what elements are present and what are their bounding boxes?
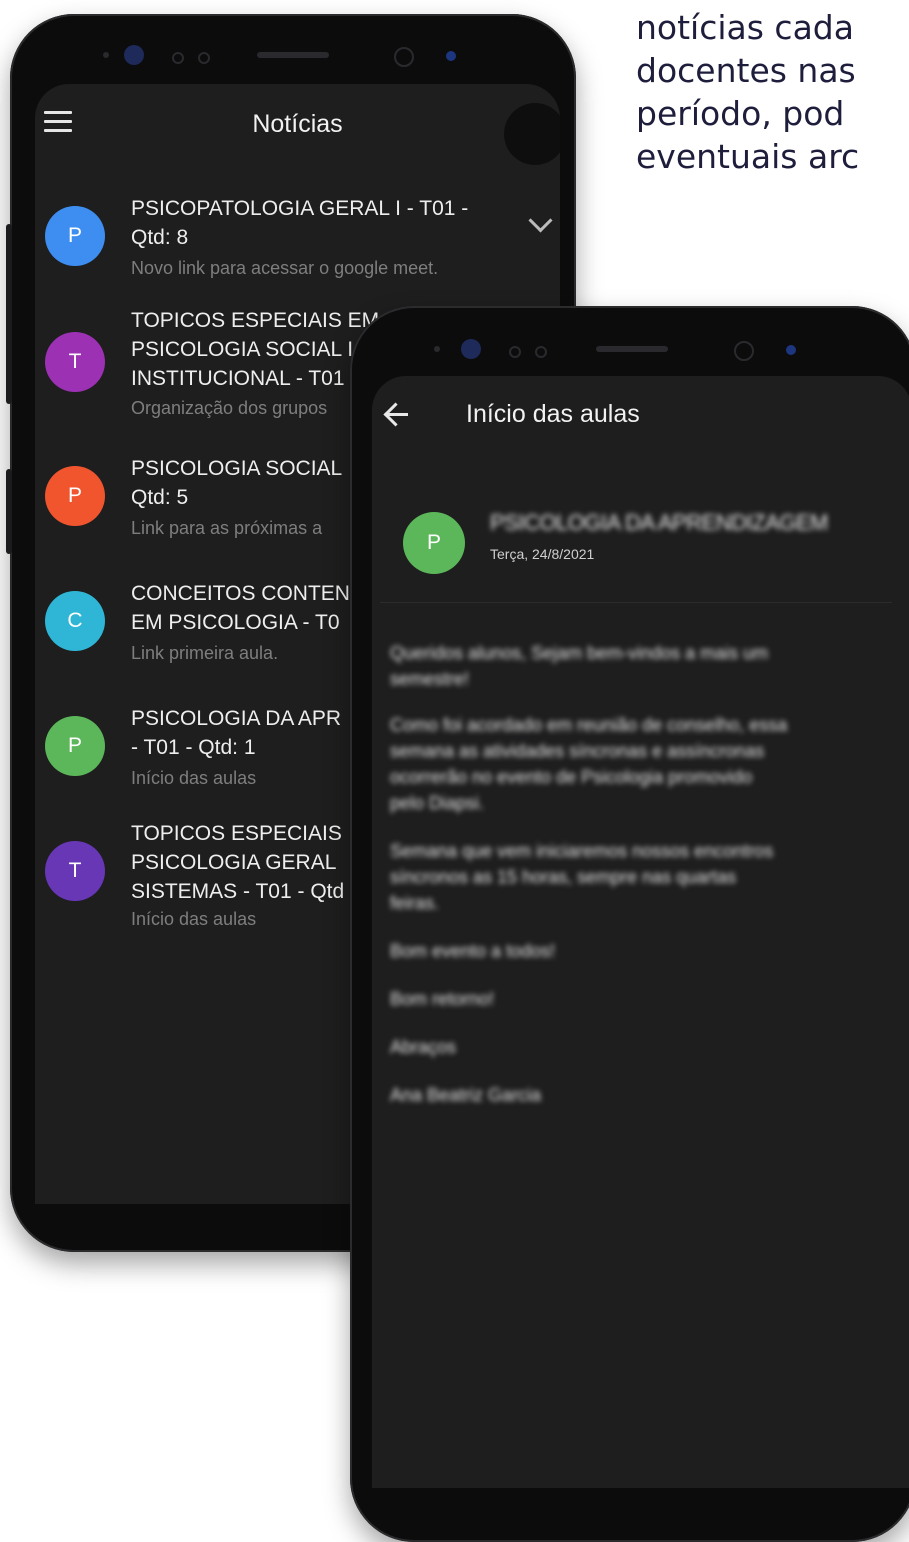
news-item-subtitle: Novo link para acessar o google meet. (131, 258, 439, 278)
news-list-item[interactable]: P PSICOPATOLOGIA GERAL I - T01 - Qtd: 8 … (35, 194, 560, 284)
news-detail-screen: Início das aulas P PSICOLOGIA DA APRENDI… (372, 376, 909, 1488)
sensor-icon (509, 346, 521, 358)
avatar: P (45, 206, 105, 266)
volume-button (6, 224, 12, 404)
sensor-icon (535, 346, 547, 358)
earpiece-speaker (596, 346, 668, 352)
divider (380, 602, 892, 603)
side-description-text: notícias cada docentes nas período, pod … (636, 6, 909, 178)
title-line: Qtd: 8 (131, 226, 189, 249)
sensor-icon (434, 346, 440, 352)
message-line: semestre! (390, 669, 470, 689)
bixby-button (6, 469, 12, 554)
message-paragraph: Semana que vem iniciaremos nossos encont… (390, 838, 880, 916)
app-bar: Notícias (35, 84, 560, 165)
iris-scanner-icon (394, 47, 414, 67)
message-line: Bom retorno! (390, 989, 495, 1009)
message-line: síncronos as 15 horas, sempre nas quarta… (390, 867, 737, 887)
profile-button[interactable] (504, 103, 560, 165)
message-line: Ana Beatriz Garcia (390, 1085, 542, 1105)
message-paragraph: Ana Beatriz Garcia (390, 1082, 880, 1108)
post-date: Terça, 24/8/2021 (490, 546, 595, 562)
back-arrow-icon[interactable] (382, 400, 412, 430)
side-text-line: notícias cada (636, 8, 854, 47)
page-title: Notícias (252, 110, 343, 138)
message-paragraph: Bom retorno! (390, 986, 880, 1012)
avatar: T (45, 332, 105, 392)
sensor-icon (103, 52, 109, 58)
message-line: pelo Diapsi. (390, 793, 485, 813)
avatar: P (45, 466, 105, 526)
message-paragraph: Abraços (390, 1034, 880, 1060)
news-item-title: PSICOPATOLOGIA GERAL I - T01 - Qtd: 8 (131, 194, 511, 252)
phone-news-detail: Início das aulas P PSICOLOGIA DA APRENDI… (350, 306, 909, 1542)
front-camera-icon (124, 45, 144, 65)
message-paragraph: Bom evento a todos! (390, 938, 880, 964)
title-line: PSICOPATOLOGIA GERAL I - T01 - (131, 197, 469, 220)
avatar: P (45, 716, 105, 776)
message-line: Queridos alunos, Sejam bem-vindos a mais… (390, 643, 769, 663)
avatar: C (45, 591, 105, 651)
message-line: Bom evento a todos! (390, 941, 556, 961)
page-title: Início das aulas (466, 400, 640, 428)
message-paragraph: Como foi acordado em reunião de conselho… (390, 712, 880, 816)
message-line: feiras. (390, 893, 440, 913)
avatar: P (403, 512, 465, 574)
iris-scanner-icon (734, 341, 754, 361)
message-line: Semana que vem iniciaremos nossos encont… (390, 841, 774, 861)
message-line: ocorrerão no evento de Psicologia promov… (390, 767, 753, 787)
iris-led-icon (786, 345, 796, 355)
side-text-line: período, pod (636, 94, 845, 133)
phone-top-bezel (350, 306, 909, 376)
phone-top-bezel (10, 14, 576, 84)
iris-led-icon (446, 51, 456, 61)
message-paragraph: Queridos alunos, Sejam bem-vindos a mais… (390, 640, 880, 692)
sensor-icon (172, 52, 184, 64)
sensor-icon (198, 52, 210, 64)
side-text-line: eventuais arc (636, 137, 860, 176)
front-camera-icon (461, 339, 481, 359)
avatar: T (45, 841, 105, 901)
side-text-line: docentes nas (636, 51, 856, 90)
message-line: Abraços (390, 1037, 457, 1057)
course-title: PSICOLOGIA DA APRENDIZAGEM (490, 510, 828, 535)
chevron-down-icon[interactable] (528, 208, 553, 233)
message-line: Como foi acordado em reunião de conselho… (390, 715, 788, 735)
message-line: semana as atividades síncronas e assíncr… (390, 741, 765, 761)
earpiece-speaker (257, 52, 329, 58)
